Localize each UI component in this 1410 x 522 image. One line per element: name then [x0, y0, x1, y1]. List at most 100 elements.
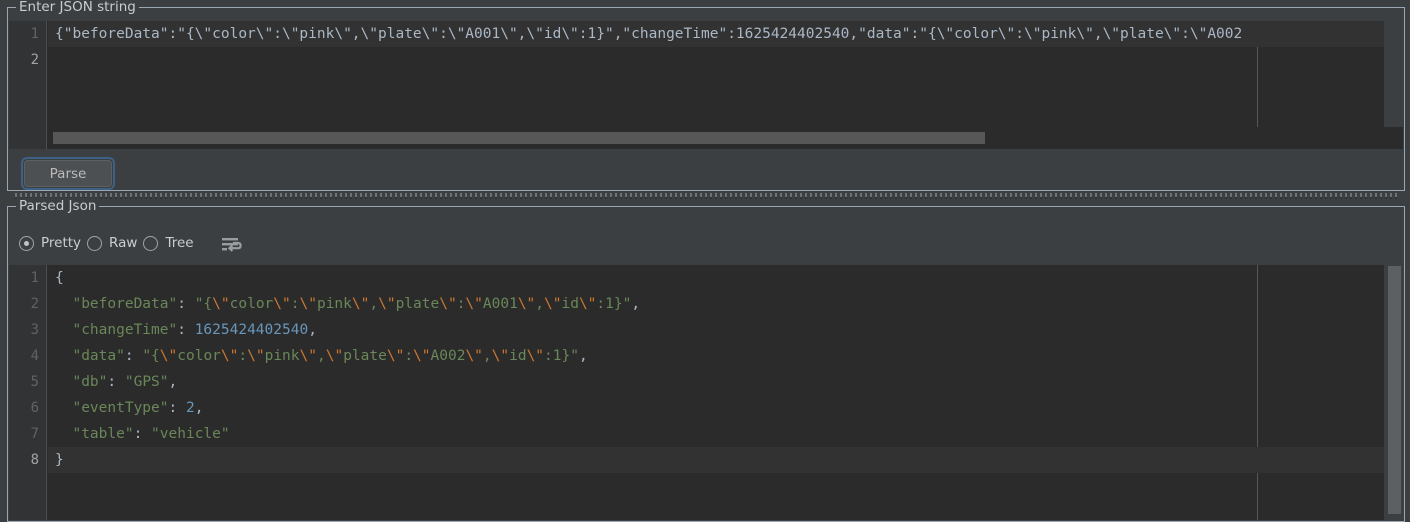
output-line-number: 3 [30, 322, 39, 338]
json-token: :1}" [596, 296, 632, 312]
output-line-number: 8 [30, 452, 39, 468]
radio-pretty-label: Pretty [41, 235, 82, 251]
radio-raw-label: Raw [109, 235, 138, 251]
input-gutter: 1 2 [9, 21, 47, 149]
json-token: plate [343, 348, 387, 364]
json-token: : [177, 322, 195, 338]
output-line-number: 4 [30, 348, 39, 364]
radio-raw[interactable]: Raw [87, 235, 143, 251]
json-token: "vehicle" [151, 426, 230, 442]
input-panel: Enter JSON string 1 2 {"beforeData":"{\"… [7, 0, 1405, 191]
output-line-number: 5 [30, 374, 39, 390]
output-vscrollbar-thumb[interactable] [1388, 266, 1401, 514]
input-vscrollbar-track[interactable] [1384, 21, 1403, 127]
parsed-json-editor[interactable]: 1 2 3 4 5 6 7 8 { "beforeData": "{\"colo… [9, 265, 1403, 520]
json-token: :1}" [544, 348, 579, 364]
json-token: pink [316, 296, 352, 312]
radio-pretty[interactable]: Pretty [19, 235, 87, 251]
json-line: { [48, 265, 64, 291]
input-line-number: 2 [30, 52, 39, 68]
input-text-line: {"beforeData":"{\"color\":\"pink\",\"pla… [48, 21, 1403, 47]
output-line-number: 2 [30, 296, 39, 312]
output-line-number: 6 [30, 400, 39, 416]
json-token: : [404, 348, 414, 364]
json-token: , [482, 348, 492, 364]
json-token: : [107, 374, 125, 390]
json-token: : [133, 426, 152, 442]
input-panel-title: Enter JSON string [16, 0, 139, 15]
json-token: : [177, 296, 186, 312]
json-line: "beforeData": "{\"color\":\"pink\",\"pla… [48, 291, 640, 317]
view-mode-radio-group: Pretty Raw Tree [19, 232, 200, 254]
radio-tree-label: Tree [165, 235, 194, 251]
json-line: "table": "vehicle" [48, 421, 230, 447]
json-token: "db" [72, 374, 108, 390]
json-token: \" [386, 348, 405, 364]
json-token: , [316, 348, 326, 364]
json-line: "changeTime": 1625424402540, [48, 317, 316, 343]
json-token: 2 [185, 400, 195, 416]
json-token: \" [578, 296, 597, 312]
output-gutter: 1 2 3 4 5 6 7 8 [9, 265, 47, 520]
input-line-number: 1 [30, 26, 39, 42]
output-panel: Parsed Json Pretty Raw Tree 1 2 3 4 5 6 … [7, 198, 1405, 522]
json-token: , [535, 296, 545, 312]
json-token: plate [395, 296, 440, 312]
json-token: "changeTime" [72, 322, 178, 338]
json-token: \" [439, 296, 457, 312]
json-token: "{ [142, 348, 160, 364]
output-line-number: 7 [30, 426, 39, 442]
json-token: A002 [430, 348, 466, 364]
json-token: \" [220, 348, 239, 364]
json-token: "data" [72, 348, 125, 364]
json-token: : [290, 296, 300, 312]
output-code-area[interactable]: { "beforeData": "{\"color\":\"pink\",\"p… [48, 265, 1403, 520]
json-token: : [124, 348, 143, 364]
json-token: \" [465, 348, 483, 364]
json-token: \" [351, 296, 370, 312]
json-token: color [177, 348, 221, 364]
json-token: "table" [72, 426, 134, 442]
json-line: "data": "{\"color\":\"pink\",\"plate\":\… [48, 343, 588, 369]
json-token: \" [517, 296, 536, 312]
json-line: "db": "GPS", [48, 369, 177, 395]
json-line: "eventType": 2, [48, 395, 203, 421]
json-token: \" [491, 348, 510, 364]
parse-button[interactable]: Parse [24, 160, 112, 187]
output-line-number: 1 [30, 270, 39, 286]
json-token: \" [465, 296, 483, 312]
json-token: \" [325, 348, 344, 364]
panel-splitter[interactable] [7, 191, 1405, 202]
output-panel-title: Parsed Json [16, 198, 100, 214]
json-token: "beforeData" [72, 296, 178, 312]
radio-tree[interactable]: Tree [143, 235, 199, 251]
json-token: id [509, 348, 527, 364]
json-token: : [168, 400, 186, 416]
json-token: id [561, 296, 579, 312]
json-token: pink [264, 348, 300, 364]
output-vscrollbar-track[interactable] [1384, 265, 1403, 520]
json-token: , [369, 296, 379, 312]
input-hscrollbar-thumb[interactable] [53, 132, 985, 144]
json-token: , [168, 374, 178, 390]
json-token: 1625424402540 [194, 322, 309, 338]
radio-pretty-dot[interactable] [19, 235, 34, 251]
json-token: : [238, 348, 248, 364]
json-token: , [194, 400, 204, 416]
json-token: , [578, 348, 588, 364]
radio-tree-dot[interactable] [143, 235, 159, 251]
soft-wrap-icon[interactable] [220, 236, 242, 254]
json-token: \" [247, 348, 265, 364]
json-token: \" [544, 296, 562, 312]
input-hscrollbar-track[interactable] [48, 127, 1401, 149]
input-text-line-empty [48, 47, 55, 73]
radio-raw-dot[interactable] [87, 235, 103, 251]
json-token: "eventType" [72, 400, 169, 416]
json-token: \" [526, 348, 545, 364]
